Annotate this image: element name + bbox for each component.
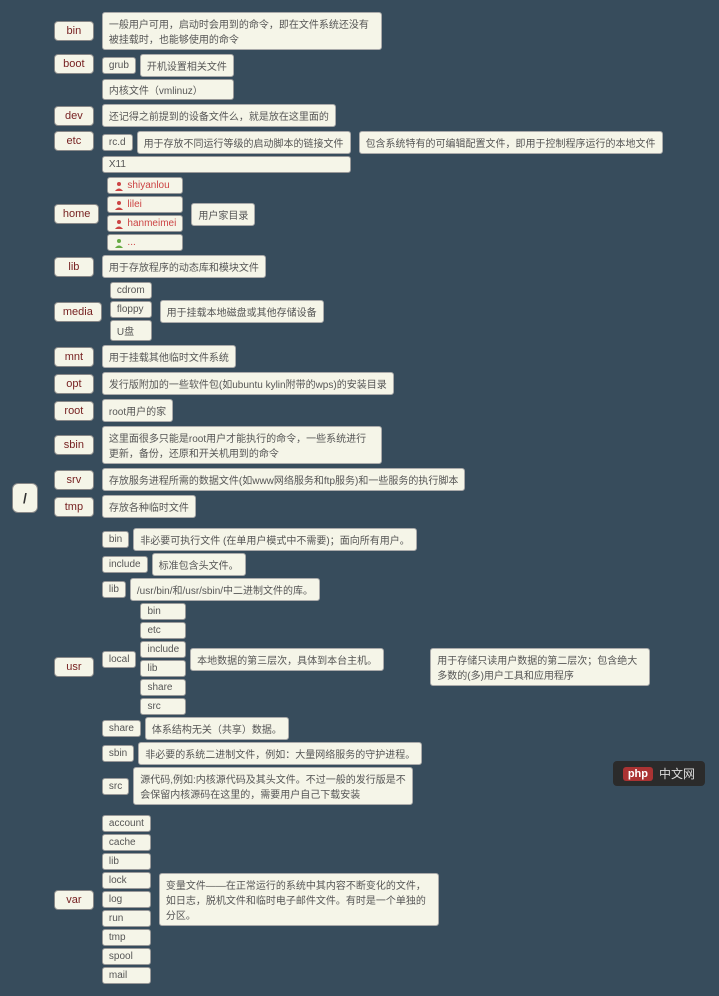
- usr-local-subs: bin etc include lib share src: [140, 603, 186, 715]
- watermark-text: 中文网: [659, 765, 695, 782]
- usr-share: share: [102, 720, 141, 737]
- media-cdrom: cdrom: [110, 282, 152, 299]
- person-icon: [114, 200, 124, 210]
- desc-var: 变量文件——在正常运行的系统中其内容不断变化的文件，如日志，脱机文件和临时电子邮…: [159, 873, 439, 926]
- usr-local-sub: share: [140, 679, 186, 696]
- usr-local-sub: lib: [140, 660, 186, 677]
- usr-local-sub: src: [140, 698, 186, 715]
- dir-media: media: [54, 302, 102, 322]
- branch-sbin: sbin 这里面很多只能是root用户才能执行的命令，一些系统进行更新，备份，还…: [54, 426, 707, 464]
- dir-boot: boot: [54, 54, 94, 74]
- dir-srv: srv: [54, 470, 94, 490]
- watermark-logo: php: [623, 767, 653, 781]
- dir-etc: etc: [54, 131, 94, 151]
- usr-share-desc: 体系结构无关（共享）数据。: [145, 717, 289, 740]
- usr-bin: bin: [102, 531, 129, 548]
- usr-src: src: [102, 778, 129, 795]
- desc-lib: 用于存放程序的动态库和模块文件: [102, 255, 266, 278]
- mindmap-root-row: / bin 一般用户可用，启动时会用到的命令，即在文件系统还没有被挂载时，也能够…: [12, 12, 707, 984]
- branch-boot: boot grub 开机设置相关文件 内核文件（vmlinuz）: [54, 54, 707, 100]
- dir-opt: opt: [54, 374, 94, 394]
- dir-tmp: tmp: [54, 497, 94, 517]
- branch-tmp: tmp 存放各种临时文件: [54, 495, 707, 518]
- etc-rcd-desc: 用于存放不同运行等级的启动脚本的链接文件: [137, 131, 351, 154]
- desc-root: root用户的家: [102, 399, 173, 422]
- home-user-4: ...: [107, 234, 183, 251]
- etc-x11: X11: [102, 156, 351, 173]
- home-user-2: lilei: [107, 196, 183, 213]
- branch-opt: opt 发行版附加的一些软件包(如ubuntu kylin附带的wps)的安装目…: [54, 372, 707, 395]
- usr-include: include: [102, 556, 148, 573]
- branch-dev: dev 还记得之前提到的设备文件么，就是放在这里面的: [54, 104, 707, 127]
- dir-sbin: sbin: [54, 435, 94, 455]
- var-sub: account: [102, 815, 151, 832]
- person-icon: [114, 238, 124, 248]
- desc-opt: 发行版附加的一些软件包(如ubuntu kylin附带的wps)的安装目录: [102, 372, 394, 395]
- dir-mnt: mnt: [54, 347, 94, 367]
- dir-dev: dev: [54, 106, 94, 126]
- media-usb: U盘: [110, 320, 152, 341]
- watermark: php 中文网: [613, 761, 705, 786]
- branch-var: var account cache lib lock log run tmp s…: [54, 815, 707, 984]
- usr-local-sub: include: [140, 641, 186, 658]
- desc-media: 用于挂载本地磁盘或其他存储设备: [160, 300, 324, 323]
- dir-usr: usr: [54, 657, 94, 677]
- desc-home: 用户家目录: [191, 203, 255, 226]
- usr-lib: lib: [102, 581, 126, 598]
- var-sub: lock: [102, 872, 151, 889]
- desc-mnt: 用于挂载其他临时文件系统: [102, 345, 236, 368]
- etc-rcd: rc.d: [102, 134, 133, 151]
- branch-home: home shiyanlou lilei hanmeimei ... 用户家目录: [54, 177, 707, 251]
- usr-local: local: [102, 651, 137, 668]
- boot-grub: grub: [102, 57, 136, 74]
- usr-include-desc: 标准包含头文件。: [152, 553, 246, 576]
- desc-tmp: 存放各种临时文件: [102, 495, 196, 518]
- var-sub: tmp: [102, 929, 151, 946]
- children-column: bin 一般用户可用，启动时会用到的命令，即在文件系统还没有被挂载时，也能够使用…: [54, 12, 707, 984]
- desc-etc: 包含系统特有的可编辑配置文件，即用于控制程序运行的本地文件: [359, 131, 663, 154]
- var-subs: account cache lib lock log run tmp spool…: [102, 815, 151, 984]
- dir-bin: bin: [54, 21, 94, 41]
- var-sub: log: [102, 891, 151, 908]
- usr-lib-desc: /usr/bin/和/usr/sbin/中二进制文件的库。: [130, 578, 320, 601]
- usr-sbin-desc: 非必要的系统二进制文件，例如：大量网络服务的守护进程。: [138, 742, 422, 765]
- desc-srv: 存放服务进程所需的数据文件(如www网络服务和ftp服务)和一些服务的执行脚本: [102, 468, 465, 491]
- branch-etc: etc rc.d 用于存放不同运行等级的启动脚本的链接文件 X11 包含系统特有…: [54, 131, 707, 173]
- usr-bin-desc: 非必要可执行文件 (在单用户模式中不需要)；面向所有用户。: [133, 528, 416, 551]
- boot-vmlinuz: 内核文件（vmlinuz）: [102, 79, 234, 100]
- home-user-3: hanmeimei: [107, 215, 183, 232]
- desc-usr: 用于存储只读用户数据的第二层次；包含绝大多数的(多)用户工具和应用程序: [430, 648, 650, 686]
- branch-lib: lib 用于存放程序的动态库和模块文件: [54, 255, 707, 278]
- desc-dev: 还记得之前提到的设备文件么，就是放在这里面的: [102, 104, 336, 127]
- branch-usr: usr bin非必要可执行文件 (在单用户模式中不需要)；面向所有用户。 inc…: [54, 528, 707, 805]
- usr-src-desc: 源代码,例如:内核源代码及其头文件。不过一般的发行版是不会保留内核源码在这里的，…: [133, 767, 413, 805]
- usr-local-sub: etc: [140, 622, 186, 639]
- root-node: /: [12, 483, 38, 513]
- branch-srv: srv 存放服务进程所需的数据文件(如www网络服务和ftp服务)和一些服务的执…: [54, 468, 707, 491]
- dir-root: root: [54, 401, 94, 421]
- usr-local-sub: bin: [140, 603, 186, 620]
- media-floppy: floppy: [110, 301, 152, 318]
- var-sub: run: [102, 910, 151, 927]
- var-sub: spool: [102, 948, 151, 965]
- branch-bin: bin 一般用户可用，启动时会用到的命令，即在文件系统还没有被挂载时，也能够使用…: [54, 12, 707, 50]
- var-sub: lib: [102, 853, 151, 870]
- dir-var: var: [54, 890, 94, 910]
- branch-root: root root用户的家: [54, 399, 707, 422]
- person-icon: [114, 181, 124, 191]
- person-icon: [114, 219, 124, 229]
- dir-lib: lib: [54, 257, 94, 277]
- boot-grub-desc: 开机设置相关文件: [140, 54, 234, 77]
- usr-sbin: sbin: [102, 745, 134, 762]
- home-user-1: shiyanlou: [107, 177, 183, 194]
- branch-media: media cdrom floppy U盘 用于挂载本地磁盘或其他存储设备: [54, 282, 707, 341]
- usr-local-desc: 本地数据的第三层次，具体到本台主机。: [190, 648, 384, 671]
- branch-mnt: mnt 用于挂载其他临时文件系统: [54, 345, 707, 368]
- var-sub: cache: [102, 834, 151, 851]
- dir-home: home: [54, 204, 100, 224]
- desc-sbin: 这里面很多只能是root用户才能执行的命令，一些系统进行更新，备份，还原和开关机…: [102, 426, 382, 464]
- desc-bin: 一般用户可用，启动时会用到的命令，即在文件系统还没有被挂载时，也能够使用的命令: [102, 12, 382, 50]
- var-sub: mail: [102, 967, 151, 984]
